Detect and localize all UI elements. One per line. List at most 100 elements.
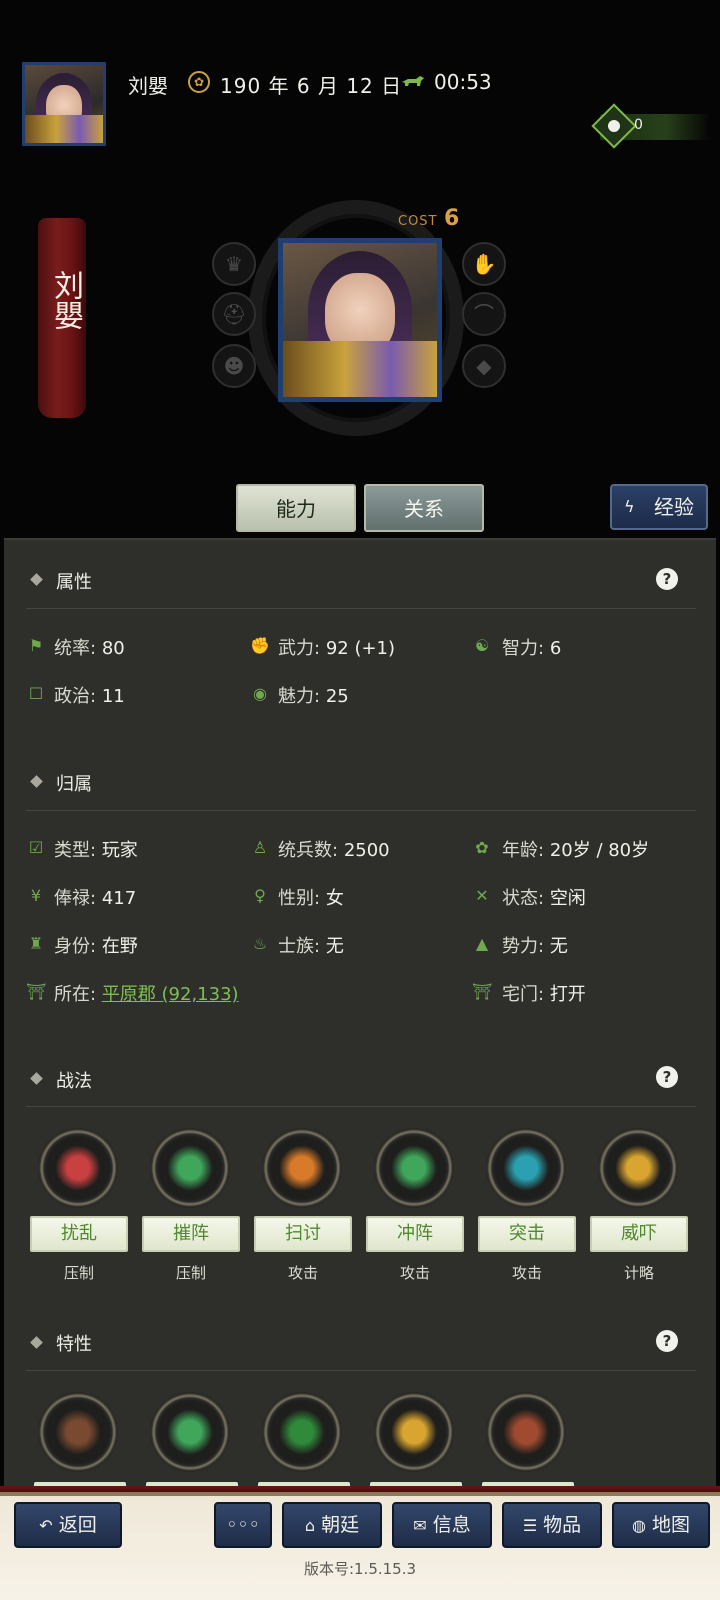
calendar-icon: ✿	[188, 71, 210, 93]
brain-icon: ☯	[474, 636, 490, 655]
tactic-name[interactable]: 冲阵	[366, 1216, 464, 1252]
map-button[interactable]: ◍ 地图	[612, 1502, 710, 1548]
trait-glyph-icon	[167, 1409, 213, 1455]
aff-age: 年龄: 20岁 / 80岁	[502, 840, 650, 861]
section-divider	[26, 608, 696, 609]
gender-icon: ♀	[254, 886, 266, 905]
tactic-glyph-icon	[503, 1145, 549, 1191]
trait-glyph-icon	[503, 1409, 549, 1455]
hand-slot-icon[interactable]: ✋	[462, 242, 506, 286]
crown-slot-icon[interactable]: ♛	[212, 242, 256, 286]
calendar-check-icon: ☑	[28, 838, 44, 857]
tab-ability[interactable]: 能力	[236, 484, 356, 532]
hat-slot-icon[interactable]: ⌒	[462, 292, 506, 336]
aff-identity: 身份: 在野	[54, 936, 138, 957]
aff-location: 所在: 平原郡 (92,133)	[54, 984, 239, 1005]
clan-icon: ♨	[252, 934, 268, 953]
scroll-icon: ☐	[28, 684, 44, 703]
mask-slot-icon[interactable]: ☻	[212, 344, 256, 388]
tactic-type: 计略	[623, 1264, 654, 1282]
arm-icon: ✊	[250, 636, 270, 655]
aff-type: 类型: 玩家	[54, 840, 138, 861]
tactic-glyph-icon	[279, 1145, 325, 1191]
help-icon[interactable]: ?	[656, 568, 678, 590]
back-arrow-icon: ↶	[39, 1516, 53, 1535]
aff-residence: 宅门: 打开	[502, 984, 586, 1005]
help-icon[interactable]: ?	[656, 1330, 678, 1352]
city-gate-icon: ⛩	[26, 982, 47, 1001]
bag-icon: ☰	[522, 1516, 538, 1535]
trait-glyph-icon	[279, 1409, 325, 1455]
helmet-slot-icon[interactable]: ⛑	[212, 292, 256, 336]
tactic-type: 压制	[63, 1264, 94, 1282]
aff-clan: 士族: 无	[278, 936, 344, 957]
tactic-glyph-icon	[55, 1145, 101, 1191]
tactic-name[interactable]: 摧阵	[142, 1216, 240, 1252]
tactic-glyph-icon	[167, 1145, 213, 1191]
aff-status: 状态: 空闲	[502, 888, 586, 909]
scholar-cap-slot-icon[interactable]: ◆	[462, 344, 506, 388]
more-button[interactable]: ◦◦◦	[214, 1502, 272, 1548]
header-character-name: 刘嬰	[128, 74, 168, 98]
tactic-type: 攻击	[511, 1264, 542, 1282]
soldier-icon: ♙	[252, 838, 268, 857]
cost-label: COST	[398, 214, 438, 229]
header-date: 190 年 6 月 12 日	[220, 74, 403, 98]
coin-icon: ¥	[30, 886, 42, 905]
section-title-traits: 特性	[56, 1334, 92, 1355]
court-button[interactable]: ⌂ 朝廷	[282, 1502, 382, 1548]
tactic-name[interactable]: 扫讨	[254, 1216, 352, 1252]
tactic-name[interactable]: 威吓	[590, 1216, 688, 1252]
tactic-type: 攻击	[399, 1264, 430, 1282]
lightning-icon: ϟ	[624, 497, 635, 516]
tactic-type: 压制	[175, 1264, 206, 1282]
portrait-robe	[283, 341, 437, 397]
attr-politics: 政治: 11	[54, 686, 125, 707]
tactic-glyph-icon	[615, 1145, 661, 1191]
money-bag-icon-inner	[608, 120, 620, 132]
tactic-name[interactable]: 扰乱	[30, 1216, 128, 1252]
flag-icon: ⚑	[28, 636, 44, 655]
banner-name: 刘嬰	[48, 270, 83, 330]
age-icon: ✿	[475, 838, 489, 857]
info-button[interactable]: ✉ 信息	[392, 1502, 492, 1548]
chat-icon: ✉	[413, 1516, 427, 1535]
status-icon: ✕	[475, 886, 489, 905]
aff-faction: 势力: 无	[502, 936, 568, 957]
items-button[interactable]: ☰ 物品	[502, 1502, 602, 1548]
tab-relation[interactable]: 关系	[364, 484, 484, 532]
eye-icon: ◉	[253, 684, 267, 703]
attr-charm: 魅力: 25	[278, 686, 349, 707]
section-title-tactics: 战法	[56, 1071, 92, 1092]
aff-troops: 统兵数: 2500	[278, 840, 390, 861]
back-button[interactable]: ↶ 返回	[14, 1502, 122, 1548]
section-divider	[26, 810, 696, 811]
section-divider	[26, 1370, 696, 1371]
section-title-attributes: 属性	[56, 572, 92, 593]
header-time: 00:53	[434, 70, 492, 94]
attr-force: 武力: 92 (+1)	[278, 638, 396, 659]
horse-icon	[402, 76, 424, 86]
identity-icon: ♜	[28, 934, 44, 953]
attr-intelligence: 智力: 6	[502, 638, 562, 659]
player-avatar[interactable]	[22, 62, 106, 146]
palace-icon: ⌂	[304, 1516, 316, 1535]
resource-value: 0	[634, 117, 643, 133]
tactic-glyph-icon	[391, 1145, 437, 1191]
character-portrait[interactable]	[278, 238, 442, 402]
trait-glyph-icon	[391, 1409, 437, 1455]
globe-icon: ◍	[632, 1516, 646, 1535]
cost-value: 6	[444, 206, 460, 231]
aff-gender: 性别: 女	[278, 888, 344, 909]
attr-command: 统率: 80	[54, 638, 125, 659]
help-icon[interactable]: ?	[656, 1066, 678, 1088]
version-label: 版本号:1.5.15.3	[303, 1560, 417, 1578]
section-divider	[26, 1106, 696, 1107]
avatar-robe	[25, 115, 103, 143]
location-link[interactable]: 平原郡 (92,133)	[102, 984, 239, 1005]
mountain-icon: ▲	[475, 934, 489, 953]
tactic-name[interactable]: 突击	[478, 1216, 576, 1252]
aff-salary: 俸禄: 417	[54, 888, 137, 909]
trait-glyph-icon	[55, 1409, 101, 1455]
section-title-affiliation: 归属	[56, 774, 92, 795]
